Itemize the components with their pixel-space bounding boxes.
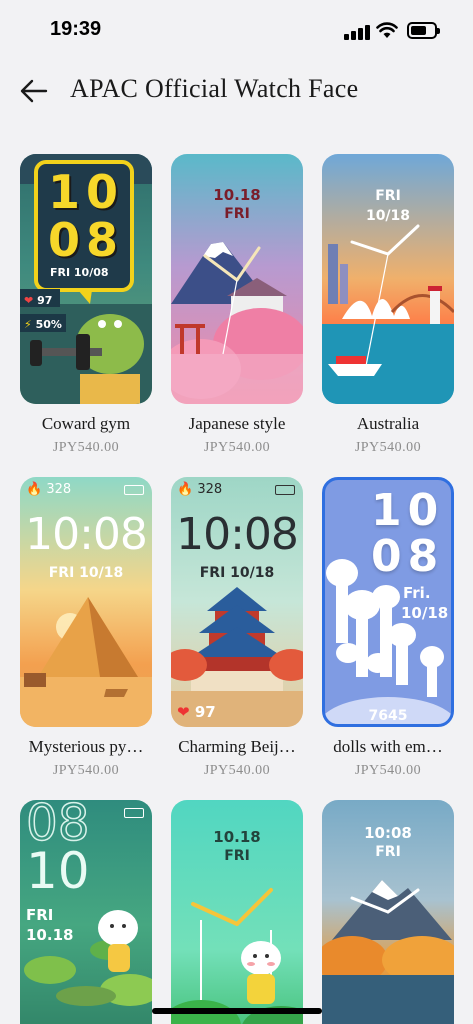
heart-rate-value: 97: [194, 703, 216, 721]
face-battery-icon: [275, 485, 295, 495]
face-time: 10:08: [25, 509, 148, 560]
card-price: JPY540.00: [52, 440, 120, 455]
calories-value: 328: [197, 482, 223, 497]
battery-icon: [407, 22, 440, 39]
watch-face-thumbnail[interactable]: 10 08 FRI 10/08 ❤ 97 ⚡ 50%: [20, 154, 152, 404]
face-day: FRI: [224, 848, 250, 864]
card-name: Mysterious py…: [28, 737, 144, 756]
face-day: Fri.: [403, 584, 431, 602]
cellular-signal-icon: [344, 24, 370, 40]
watch-face-thumbnail[interactable]: 🔥 328 10:08 FRI 10/18 ❤ 97: [171, 477, 303, 727]
face-time: 10:08: [176, 509, 299, 560]
watch-face-card[interactable]: 🔥 328 10:08 FRI 10/18 Mysterious py… JPY…: [20, 477, 152, 778]
face-date: 10.18: [213, 186, 261, 204]
card-name: Australia: [356, 414, 420, 433]
face-date: FRI 10/08: [50, 266, 109, 279]
face-day: FRI: [375, 188, 401, 204]
face-date: 10/18: [365, 208, 411, 224]
face-steps: 7645: [368, 708, 408, 724]
watch-face-thumbnail[interactable]: FRI 10/18: [322, 154, 454, 404]
battery-value: 50%: [35, 318, 62, 331]
face-calories: 🔥 328: [177, 482, 223, 497]
status-time: 19:39: [50, 18, 102, 40]
face-battery: ⚡ 50%: [24, 318, 62, 331]
face-battery-icon: [124, 808, 144, 818]
heart-rate-value: 97: [37, 294, 53, 307]
face-minute: 08: [48, 213, 125, 267]
watch-face-card[interactable]: 10.18 FRI Japanese style JPY540.00: [171, 154, 303, 455]
face-hour: 10: [371, 485, 445, 536]
back-arrow-icon[interactable]: [18, 76, 50, 106]
watch-face-card[interactable]: 10 08 FRI 10/08 ❤ 97 ⚡ 50% Coward gym JP…: [20, 154, 152, 455]
face-minute: 08: [371, 531, 445, 582]
face-date: 10/18: [401, 604, 449, 622]
watch-face-thumbnail[interactable]: 10:08 FRI: [322, 800, 454, 1024]
card-price: JPY540.00: [203, 763, 271, 778]
watch-face-card[interactable]: 10:08 FRI: [322, 800, 454, 1024]
face-date: 10.18: [213, 828, 261, 846]
face-minute: 10: [26, 842, 90, 900]
wifi-icon: [376, 22, 398, 38]
page-title: APAC Official Watch Face: [70, 74, 359, 103]
face-calories: 🔥 328: [26, 482, 72, 497]
watch-face-thumbnail[interactable]: 🔥 328 10:08 FRI 10/18: [20, 477, 152, 727]
face-battery-icon: [124, 485, 144, 495]
face-time: 10:08: [364, 824, 412, 842]
status-bar: 19:39: [0, 0, 473, 60]
calories-value: 328: [46, 482, 72, 497]
card-name: Japanese style: [188, 414, 286, 433]
face-heart-rate: ❤ 97: [24, 294, 53, 307]
watch-face-card[interactable]: 08 10 FRI 10.18: [20, 800, 152, 1024]
watch-face-card[interactable]: 10 08 Fri. 10/18 7645 dolls with em… JPY…: [322, 477, 454, 778]
card-name: Coward gym: [41, 414, 131, 433]
card-price: JPY540.00: [354, 763, 422, 778]
watch-face-thumbnail[interactable]: 08 10 FRI 10.18: [20, 800, 152, 1024]
watch-face-thumbnail[interactable]: 10 08 Fri. 10/18 7645: [322, 477, 454, 727]
home-indicator[interactable]: [152, 1008, 322, 1014]
face-heart-rate: ❤ 97: [177, 703, 216, 721]
face-hour: 10: [48, 165, 125, 219]
watch-face-card[interactable]: 🔥 328 10:08 FRI 10/18 ❤ 97 Charming Beij…: [171, 477, 303, 778]
face-date: FRI 10/18: [48, 565, 124, 581]
card-price: JPY540.00: [203, 440, 271, 455]
card-price: JPY540.00: [52, 763, 120, 778]
face-day: FRI: [224, 206, 250, 222]
face-day: FRI: [375, 844, 401, 860]
card-price: JPY540.00: [354, 440, 422, 455]
face-day: FRI: [26, 906, 54, 924]
watch-face-thumbnail[interactable]: 10.18 FRI: [171, 800, 303, 1024]
card-name: Charming Beij…: [178, 737, 296, 756]
watch-face-card[interactable]: FRI 10/18 Australia JPY540.00: [322, 154, 454, 455]
watch-face-thumbnail[interactable]: 10.18 FRI: [171, 154, 303, 404]
face-date: 10.18: [26, 926, 74, 944]
card-name: dolls with em…: [333, 737, 443, 756]
face-date: FRI 10/18: [199, 565, 275, 581]
watch-face-card[interactable]: 10.18 FRI: [171, 800, 303, 1024]
